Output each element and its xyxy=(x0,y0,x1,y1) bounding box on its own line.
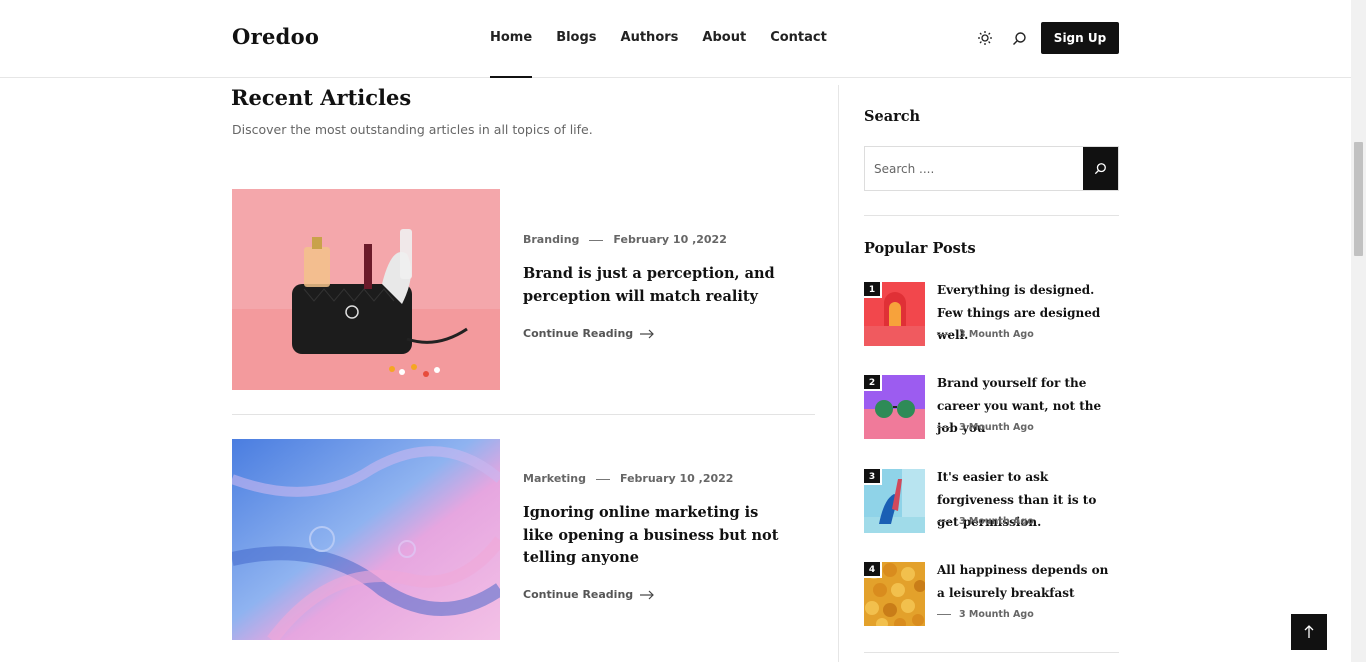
article-title[interactable]: Brand is just a perception, and percepti… xyxy=(523,263,783,308)
continue-reading-label: Continue Reading xyxy=(523,327,634,340)
article-meta: Branding February 10 ,2022 xyxy=(523,233,727,246)
page-scrollbar[interactable] xyxy=(1351,0,1366,662)
back-to-top-button[interactable] xyxy=(1291,614,1327,650)
continue-reading-link[interactable]: Continue Reading xyxy=(523,327,655,340)
meta-dash xyxy=(937,521,951,522)
arrow-right-icon xyxy=(640,329,655,338)
popular-post-time: 3 Mounth Ago xyxy=(937,516,1034,527)
popular-post: 2 Brand yourself for the career you want… xyxy=(864,375,1119,439)
nav-authors[interactable]: Authors xyxy=(621,0,679,78)
nav-home[interactable]: Home xyxy=(490,0,533,78)
popular-post-time-label: 3 Mounth Ago xyxy=(959,609,1034,620)
popular-post: 4 All happiness depends on a leisurely b… xyxy=(864,562,1119,626)
article-card: Branding February 10 ,2022 Brand is just … xyxy=(232,189,815,390)
article-image[interactable] xyxy=(232,439,500,640)
popular-post-time-label: 3 Mounth Ago xyxy=(959,329,1034,340)
search-icon xyxy=(1094,163,1106,175)
arrow-up-icon xyxy=(1304,625,1314,638)
page-title: Recent Articles xyxy=(231,85,412,110)
search-input[interactable] xyxy=(865,147,1083,190)
sidebar-divider xyxy=(838,85,839,662)
article-category[interactable]: Marketing xyxy=(523,472,586,485)
sign-up-button[interactable]: Sign Up xyxy=(1041,22,1119,54)
article-date: February 10 ,2022 xyxy=(613,233,727,246)
popular-post-rank: 4 xyxy=(864,562,882,578)
sidebar-search xyxy=(864,146,1119,191)
nav-blogs[interactable]: Blogs xyxy=(556,0,596,78)
popular-post-time-label: 3 Mounth Ago xyxy=(959,422,1034,433)
main-nav: Home Blogs Authors About Contact xyxy=(490,0,851,78)
meta-dash xyxy=(589,239,604,241)
meta-dash xyxy=(937,427,951,428)
article-card: Marketing February 10 ,2022 Ignoring onli… xyxy=(232,439,815,640)
search-icon[interactable] xyxy=(1010,29,1028,47)
sun-icon[interactable] xyxy=(976,29,994,47)
popular-post-time: 3 Mounth Ago xyxy=(937,609,1034,620)
popular-post-rank: 3 xyxy=(864,469,882,485)
popular-post-time: 3 Mounth Ago xyxy=(937,422,1034,433)
scrollbar-thumb[interactable] xyxy=(1354,142,1363,256)
article-image[interactable] xyxy=(232,189,500,390)
article-divider xyxy=(232,414,815,415)
site-logo[interactable]: Oredoo xyxy=(232,24,319,49)
popular-post-time-label: 3 Mounth Ago xyxy=(959,516,1034,527)
arrow-right-icon xyxy=(640,590,655,599)
article-category[interactable]: Branding xyxy=(523,233,579,246)
popular-post: 3 It's easier to ask forgiveness than it… xyxy=(864,469,1119,533)
nav-contact[interactable]: Contact xyxy=(770,0,827,78)
popular-post-rank: 2 xyxy=(864,375,882,391)
nav-about[interactable]: About xyxy=(702,0,746,78)
page-subtitle: Discover the most outstanding articles i… xyxy=(232,122,593,137)
search-submit-button[interactable] xyxy=(1083,147,1118,190)
popular-post: 1 Everything is designed. Few things are… xyxy=(864,282,1119,346)
meta-dash xyxy=(596,478,611,480)
popular-post-rank: 1 xyxy=(864,282,882,298)
article-meta: Marketing February 10 ,2022 xyxy=(523,472,733,485)
article-date: February 10 ,2022 xyxy=(620,472,734,485)
popular-posts-heading: Popular Posts xyxy=(864,240,976,257)
meta-dash xyxy=(937,334,951,335)
popular-post-time: 3 Mounth Ago xyxy=(937,329,1034,340)
continue-reading-link[interactable]: Continue Reading xyxy=(523,588,655,601)
meta-dash xyxy=(937,614,951,615)
site-header: Oredoo Home Blogs Authors About Contact … xyxy=(0,0,1351,78)
search-heading: Search xyxy=(864,108,921,125)
continue-reading-label: Continue Reading xyxy=(523,588,634,601)
sidebar-separator xyxy=(864,215,1119,216)
sidebar-separator xyxy=(864,652,1119,653)
popular-post-title[interactable]: All happiness depends on a leisurely bre… xyxy=(937,559,1119,604)
article-title[interactable]: Ignoring online marketing is like openin… xyxy=(523,502,783,570)
